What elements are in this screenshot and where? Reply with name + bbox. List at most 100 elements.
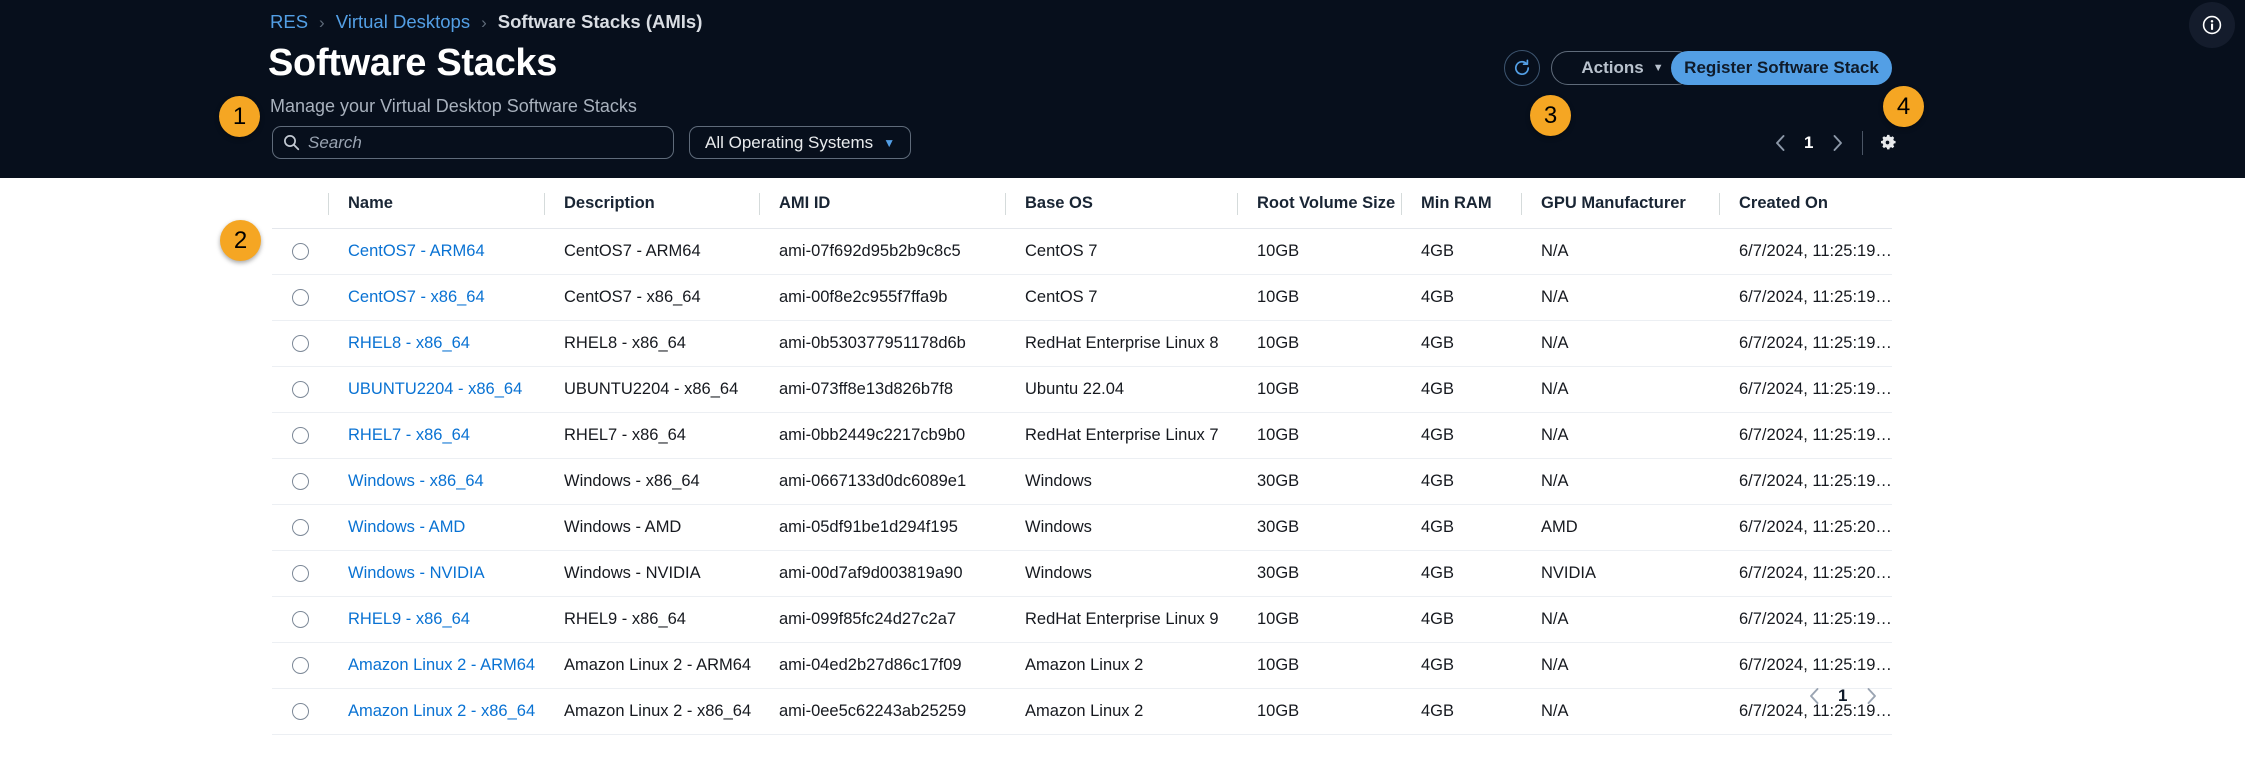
row-select-cell[interactable] [272,229,328,275]
cell-gpu-manufacturer: N/A [1521,643,1719,689]
search-box[interactable] [272,126,674,159]
software-stack-name-link[interactable]: RHEL9 - x86_64 [348,610,470,628]
column-header-base-os[interactable]: Base OS [1005,178,1237,229]
cell-min-ram: 4GB [1401,321,1521,367]
row-select-cell[interactable] [272,643,328,689]
refresh-button[interactable] [1504,50,1540,86]
software-stack-name-link[interactable]: CentOS7 - x86_64 [348,288,485,306]
row-radio-button[interactable] [292,473,309,490]
table-settings-button[interactable] [1874,130,1900,156]
cell-name[interactable]: RHEL7 - x86_64 [328,413,544,459]
header-pagination: 1 [1766,127,1900,158]
row-select-cell[interactable] [272,413,328,459]
breadcrumb: RES › Virtual Desktops › Software Stacks… [270,13,702,32]
table-row[interactable]: Amazon Linux 2 - ARM64 Amazon Linux 2 - A… [272,643,1892,689]
row-radio-button[interactable] [292,519,309,536]
row-radio-button[interactable] [292,565,309,582]
row-select-cell[interactable] [272,689,328,735]
column-header-ami-id[interactable]: AMI ID [759,178,1005,229]
breadcrumb-separator-icon: › [319,14,325,31]
row-select-cell[interactable] [272,321,328,367]
pagination-divider [1862,131,1863,155]
cell-min-ram: 4GB [1401,689,1521,735]
row-radio-button[interactable] [292,243,309,260]
cell-name[interactable]: Windows - x86_64 [328,459,544,505]
breadcrumb-item-res[interactable]: RES [270,13,308,32]
cell-gpu-manufacturer: N/A [1521,597,1719,643]
row-radio-button[interactable] [292,611,309,628]
footer-pagination-prev-button[interactable] [1800,682,1828,710]
table-row[interactable]: RHEL9 - x86_64RHEL9 - x86_64ami-099f85fc… [272,597,1892,643]
cell-name[interactable]: RHEL8 - x86_64 [328,321,544,367]
table-row[interactable]: Windows - NVIDIAWindows - NVIDIAami-00d7… [272,551,1892,597]
pagination-next-button[interactable] [1823,129,1851,157]
cell-description: Windows - x86_64 [544,459,759,505]
table-row[interactable]: CentOS7 - ARM64CentOS7 - ARM64ami-07f692… [272,229,1892,275]
row-select-cell[interactable] [272,505,328,551]
row-radio-button[interactable] [292,289,309,306]
row-radio-button[interactable] [292,427,309,444]
column-header-min-ram[interactable]: Min RAM [1401,178,1521,229]
cell-root-volume-size: 30GB [1237,505,1401,551]
software-stack-name-link[interactable]: RHEL7 - x86_64 [348,426,470,444]
cell-base-os: Amazon Linux 2 [1005,643,1237,689]
cell-name[interactable]: Windows - AMD [328,505,544,551]
footer-pagination-page-1[interactable]: 1 [1828,686,1857,706]
column-header-name[interactable]: Name [328,178,544,229]
cell-created-on: 6/7/2024, 11:25:19 AM [1719,597,1892,643]
cell-min-ram: 4GB [1401,459,1521,505]
cell-description: Amazon Linux 2 - ARM64 [544,643,759,689]
pagination-prev-button[interactable] [1766,129,1794,157]
column-header-description[interactable]: Description [544,178,759,229]
table-row[interactable]: Windows - x86_64Windows - x86_64ami-0667… [272,459,1892,505]
table-header-row: Name Description AMI ID Base OS Root Vol… [272,178,1892,229]
chevron-down-icon: ▼ [1653,63,1664,74]
footer-pagination-next-button[interactable] [1857,682,1885,710]
cell-base-os: RedHat Enterprise Linux 8 [1005,321,1237,367]
cell-root-volume-size: 10GB [1237,643,1401,689]
row-select-cell[interactable] [272,459,328,505]
cell-name[interactable]: CentOS7 - ARM64 [328,229,544,275]
cell-name[interactable]: UBUNTU2204 - x86_64 [328,367,544,413]
column-header-gpu-manufacturer[interactable]: GPU Manufacturer [1521,178,1719,229]
pagination-page-1[interactable]: 1 [1794,133,1823,153]
search-input[interactable] [308,133,663,153]
operating-system-filter-dropdown[interactable]: All Operating Systems ▼ [689,126,911,159]
column-header-created-on[interactable]: Created On [1719,178,1892,229]
software-stack-name-link[interactable]: Amazon Linux 2 - ARM64 [348,656,535,674]
table-row[interactable]: Amazon Linux 2 - x86_64Amazon Linux 2 - … [272,689,1892,735]
info-circle-icon[interactable] [2189,2,2235,48]
table-row[interactable]: RHEL8 - x86_64RHEL8 - x86_64ami-0b530377… [272,321,1892,367]
cell-name[interactable]: CentOS7 - x86_64 [328,275,544,321]
gear-icon [1877,132,1898,153]
cell-name[interactable]: Amazon Linux 2 - x86_64 [328,689,544,735]
row-select-cell[interactable] [272,275,328,321]
software-stack-name-link[interactable]: UBUNTU2204 - x86_64 [348,380,522,398]
cell-name[interactable]: Windows - NVIDIA [328,551,544,597]
software-stack-name-link[interactable]: RHEL8 - x86_64 [348,334,470,352]
row-radio-button[interactable] [292,335,309,352]
table-row[interactable]: UBUNTU2204 - x86_64UBUNTU2204 - x86_64am… [272,367,1892,413]
row-select-cell[interactable] [272,597,328,643]
row-radio-button[interactable] [292,703,309,720]
table-row[interactable]: CentOS7 - x86_64CentOS7 - x86_64ami-00f8… [272,275,1892,321]
register-software-stack-label: Register Software Stack [1684,58,1879,78]
cell-name[interactable]: Amazon Linux 2 - ARM64 [328,643,544,689]
row-select-cell[interactable] [272,551,328,597]
cell-base-os: Amazon Linux 2 [1005,689,1237,735]
software-stack-name-link[interactable]: Windows - AMD [348,518,465,536]
register-software-stack-button[interactable]: Register Software Stack [1671,51,1892,85]
row-radio-button[interactable] [292,657,309,674]
row-select-cell[interactable] [272,367,328,413]
software-stack-name-link[interactable]: Windows - NVIDIA [348,564,485,582]
table-row[interactable]: RHEL7 - x86_64RHEL7 - x86_64ami-0bb2449c… [272,413,1892,459]
software-stacks-page: RES › Virtual Desktops › Software Stacks… [0,0,2245,782]
software-stack-name-link[interactable]: CentOS7 - ARM64 [348,242,485,260]
column-header-root-volume-size[interactable]: Root Volume Size [1237,178,1401,229]
software-stack-name-link[interactable]: Amazon Linux 2 - x86_64 [348,702,535,720]
breadcrumb-item-virtual-desktops[interactable]: Virtual Desktops [336,13,470,32]
cell-name[interactable]: RHEL9 - x86_64 [328,597,544,643]
software-stack-name-link[interactable]: Windows - x86_64 [348,472,484,490]
row-radio-button[interactable] [292,381,309,398]
table-row[interactable]: Windows - AMDWindows - AMDami-05df91be1d… [272,505,1892,551]
